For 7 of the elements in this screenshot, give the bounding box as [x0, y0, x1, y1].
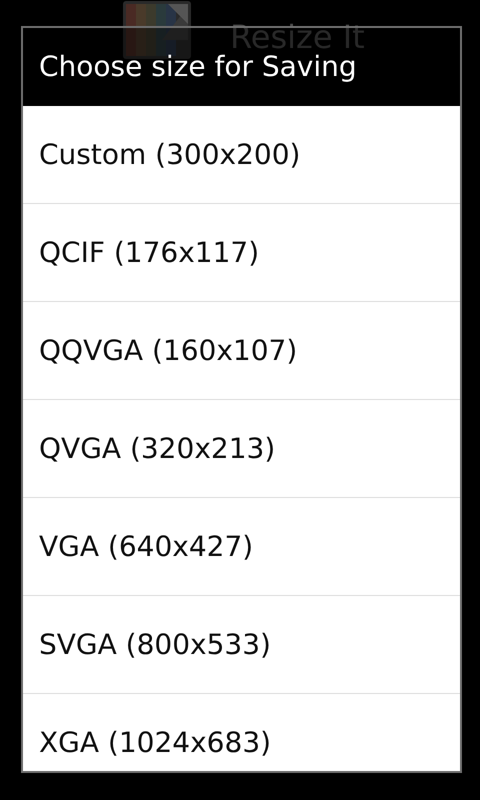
size-option[interactable]: XGA (1024x683): [23, 694, 460, 771]
size-option[interactable]: QQVGA (160x107): [23, 302, 460, 400]
size-option[interactable]: QVGA (320x213): [23, 400, 460, 498]
size-option[interactable]: QCIF (176x117): [23, 204, 460, 302]
size-option[interactable]: Custom (300x200): [23, 106, 460, 204]
size-option[interactable]: SVGA (800x533): [23, 596, 460, 694]
size-option[interactable]: VGA (640x427): [23, 498, 460, 596]
